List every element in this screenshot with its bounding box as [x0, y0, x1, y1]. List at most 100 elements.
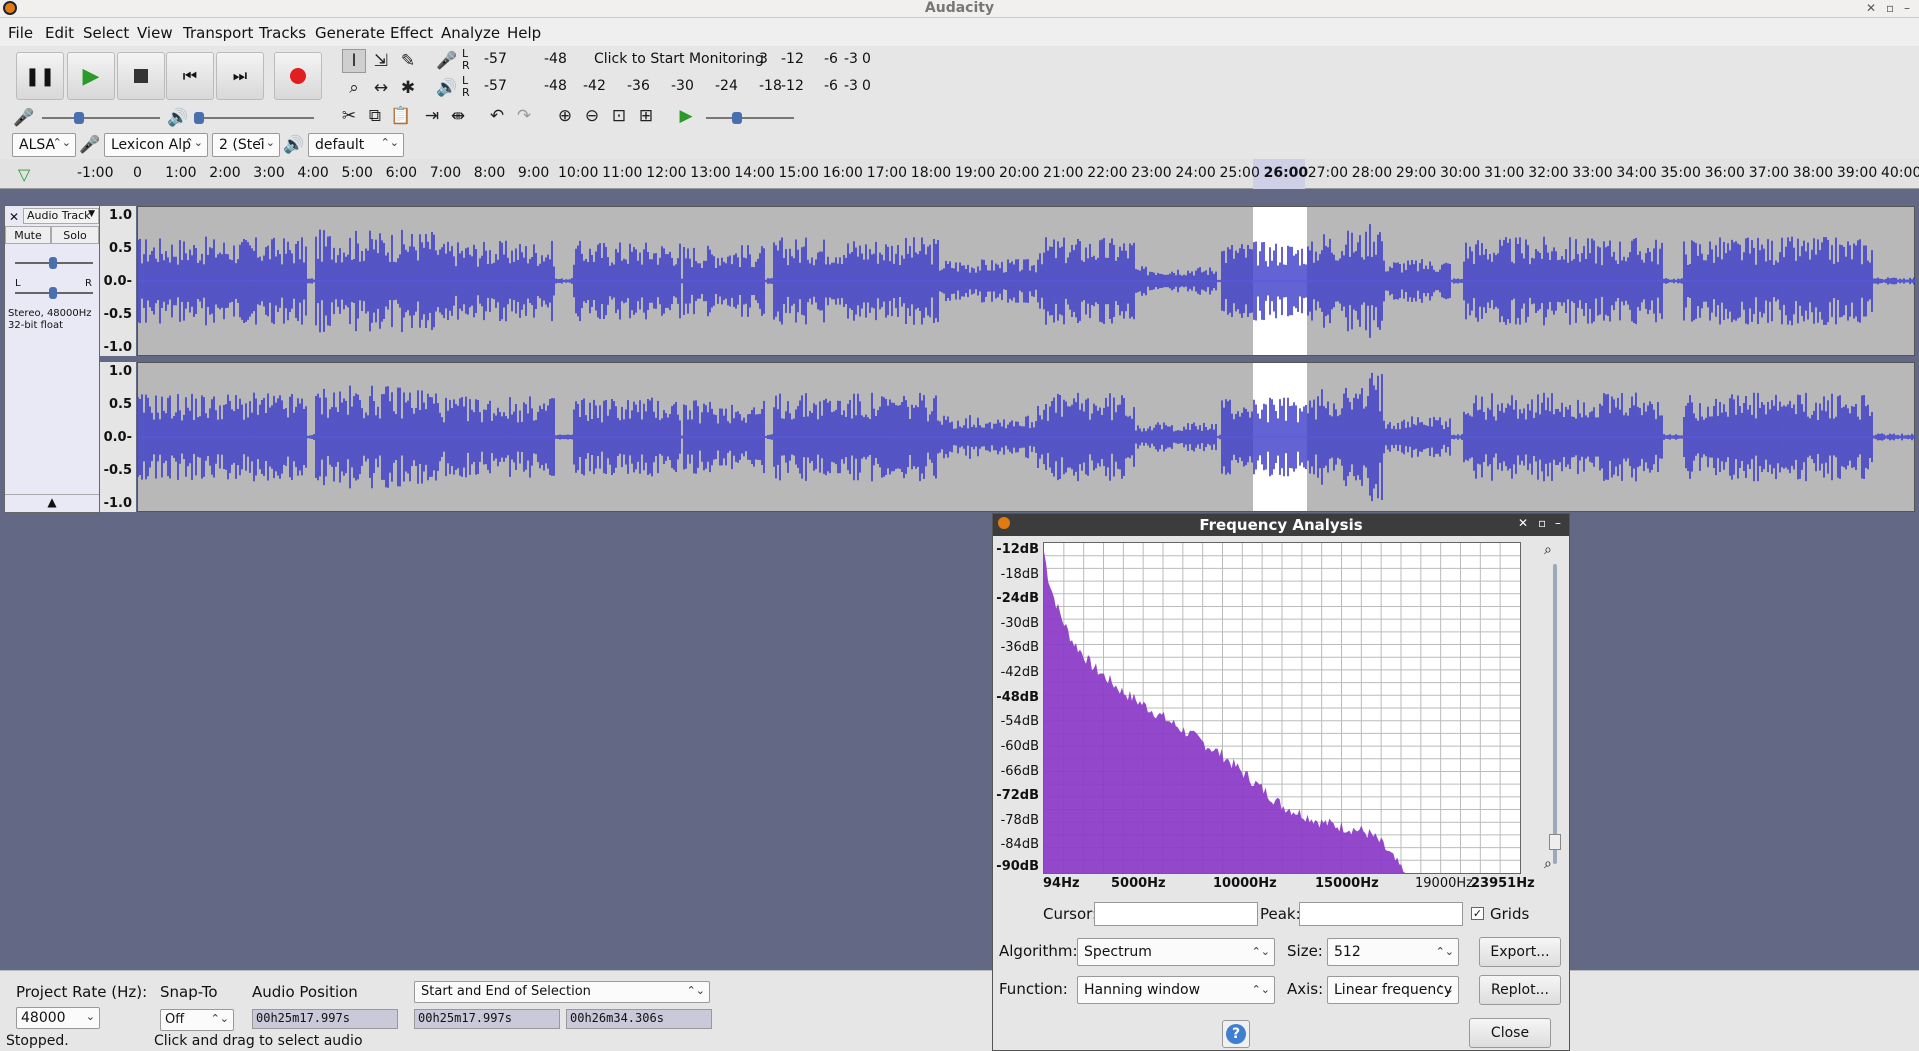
pause-icon: ❚❚	[24, 65, 56, 87]
replot-button[interactable]: Replot...	[1479, 975, 1561, 1005]
slider-thumb[interactable]	[49, 257, 57, 269]
audio-host-select[interactable]: ALSA ⌃⌄	[12, 133, 76, 157]
ruler-tick-label: 10:00	[558, 165, 599, 181]
record-volume-slider[interactable]	[42, 112, 160, 124]
size-select[interactable]: 512 ⌃⌄	[1327, 938, 1459, 966]
menu-tracks[interactable]: Tracks	[259, 24, 306, 42]
draw-tool-icon[interactable]: ✎	[396, 49, 420, 73]
monitoring-prompt[interactable]: Click to Start Monitoring	[594, 51, 764, 67]
zoom-in-icon[interactable]: ⌕	[1544, 542, 1552, 558]
play-button[interactable]: ▶	[67, 52, 115, 100]
timeshift-tool-icon[interactable]: ↔	[369, 76, 393, 100]
waveform-channel-right[interactable]	[137, 362, 1916, 512]
selection-tool-icon[interactable]: I	[342, 49, 366, 73]
function-select[interactable]: Hanning window ⌃⌄	[1077, 976, 1275, 1004]
export-button[interactable]: Export...	[1479, 937, 1561, 967]
slider-thumb[interactable]	[732, 112, 742, 124]
project-rate-select[interactable]: 48000 ⌄	[16, 1007, 100, 1029]
dialog-title-bar: Frequency Analysis	[993, 514, 1569, 536]
playback-meter-speaker-icon[interactable]: 🔊	[435, 76, 459, 100]
peak-field[interactable]	[1299, 902, 1463, 926]
zoom-tool-icon[interactable]: ⌕	[342, 76, 366, 100]
menu-effect[interactable]: Effect	[390, 24, 433, 42]
axis-select[interactable]: Linear frequency ⌃⌄	[1327, 976, 1459, 1004]
dialog-maximize-icon[interactable]: ▫	[1538, 516, 1546, 530]
zoom-out-icon[interactable]: ⌕	[1544, 856, 1552, 872]
cut-icon[interactable]: ✂	[337, 104, 361, 128]
stop-button[interactable]	[117, 52, 165, 100]
menu-generate[interactable]: Generate	[315, 24, 385, 42]
zoom-in-icon[interactable]: ⊕	[553, 104, 577, 128]
ruler-tick-label: 35:00	[1660, 165, 1701, 181]
close-button[interactable]: Close	[1469, 1018, 1551, 1048]
close-icon[interactable]: ✕	[1866, 1, 1876, 15]
pan-slider[interactable]	[15, 287, 93, 299]
skip-start-button[interactable]: ⏮	[166, 52, 214, 100]
menu-help[interactable]: Help	[507, 24, 541, 42]
waveform-channel-left[interactable]	[137, 206, 1916, 356]
pause-button[interactable]: ❚❚	[16, 52, 64, 100]
collapse-track-icon[interactable]: ▲	[5, 494, 99, 512]
track-close-icon[interactable]: ✕	[9, 210, 19, 224]
mute-button[interactable]: Mute	[5, 226, 51, 244]
fit-project-icon[interactable]: ⊞	[634, 104, 658, 128]
minimize-icon[interactable]: –	[1904, 1, 1910, 15]
fit-selection-icon[interactable]: ⊡	[607, 104, 631, 128]
selection-mode-select[interactable]: Start and End of Selection ⌃⌄	[414, 981, 710, 1003]
ruler-tick-label: 3:00	[253, 165, 285, 181]
spectrum-y-tick: -42dB	[1000, 665, 1039, 681]
record-button[interactable]	[274, 52, 322, 100]
channels-select[interactable]: 2 (Stei ⌃⌄	[212, 133, 280, 157]
spectrum-y-tick: -30dB	[1000, 615, 1039, 631]
dialog-minimize-icon[interactable]: –	[1555, 516, 1561, 530]
slider-thumb[interactable]	[1549, 834, 1561, 850]
selection-end-field[interactable]: 00h26m34.306s	[566, 1009, 712, 1029]
zoom-slider[interactable]	[1549, 564, 1561, 864]
help-button[interactable]: ?	[1222, 1020, 1250, 1048]
ruler-tick-label: 14:00	[734, 165, 775, 181]
slider-thumb[interactable]	[194, 112, 204, 124]
audio-position-field[interactable]: 00h25m17.997s	[252, 1009, 398, 1029]
recording-device-select[interactable]: Lexicon Alp ⌃⌄	[104, 133, 208, 157]
playback-volume-slider[interactable]	[194, 112, 314, 124]
cursor-field[interactable]	[1094, 902, 1258, 926]
snap-to-select[interactable]: Off ⌃⌄	[160, 1009, 234, 1031]
trim-icon[interactable]: ⇥	[420, 104, 444, 128]
gain-slider[interactable]	[15, 257, 93, 269]
project-rate-label: Project Rate (Hz):	[16, 983, 148, 1001]
multi-tool-icon[interactable]: ✱	[396, 76, 420, 100]
undo-icon[interactable]: ↶	[485, 104, 509, 128]
envelope-tool-icon[interactable]: ⇲	[369, 49, 393, 73]
slider-thumb[interactable]	[74, 112, 84, 124]
playback-device-select[interactable]: default ⌃⌄	[308, 133, 404, 157]
menu-select[interactable]: Select	[83, 24, 129, 42]
selection-start-field[interactable]: 00h25m17.997s	[414, 1009, 560, 1029]
spectrum-plot[interactable]	[1043, 542, 1521, 874]
menu-analyze[interactable]: Analyze	[441, 24, 500, 42]
timeline-ruler[interactable]: ▽ -1:00 0 1:00 2:00 3:00 4:00 5:00 6:00 7:00 8:00…	[0, 159, 1919, 189]
record-meter[interactable]: -57 -48 Click to Start Monitoring 3 -12 …	[476, 51, 876, 71]
maximize-icon[interactable]: ▫	[1886, 1, 1894, 15]
play-at-speed-icon[interactable]: ▶	[674, 104, 698, 128]
menu-transport[interactable]: Transport	[183, 24, 253, 42]
play-head-icon[interactable]: ▽	[18, 165, 30, 184]
menu-file[interactable]: File	[8, 24, 33, 42]
solo-button[interactable]: Solo	[51, 226, 99, 244]
skip-end-button[interactable]: ⏭	[216, 52, 264, 100]
copy-icon[interactable]: ⧉	[363, 104, 387, 128]
grids-checkbox[interactable]: ✓	[1471, 907, 1484, 920]
algorithm-select[interactable]: Spectrum ⌃⌄	[1077, 938, 1275, 966]
silence-icon[interactable]: ⇼	[446, 104, 470, 128]
play-speed-slider[interactable]	[706, 112, 794, 124]
slider-thumb[interactable]	[49, 287, 57, 299]
selection-mode-value: Start and End of Selection	[421, 984, 591, 999]
track-name-menu[interactable]: Audio Track ▼	[23, 208, 99, 224]
zoom-out-icon[interactable]: ⊖	[580, 104, 604, 128]
playback-meter[interactable]: -57 -48 -42 -36 -30 -24 -18 -12 -6 -3 0	[476, 78, 876, 98]
menu-view[interactable]: View	[137, 24, 173, 42]
redo-icon[interactable]: ↷	[512, 104, 536, 128]
paste-icon[interactable]: 📋	[389, 104, 413, 128]
record-meter-mic-icon[interactable]: 🎤	[435, 49, 459, 73]
dialog-close-icon[interactable]: ✕	[1518, 516, 1528, 530]
menu-edit[interactable]: Edit	[45, 24, 74, 42]
